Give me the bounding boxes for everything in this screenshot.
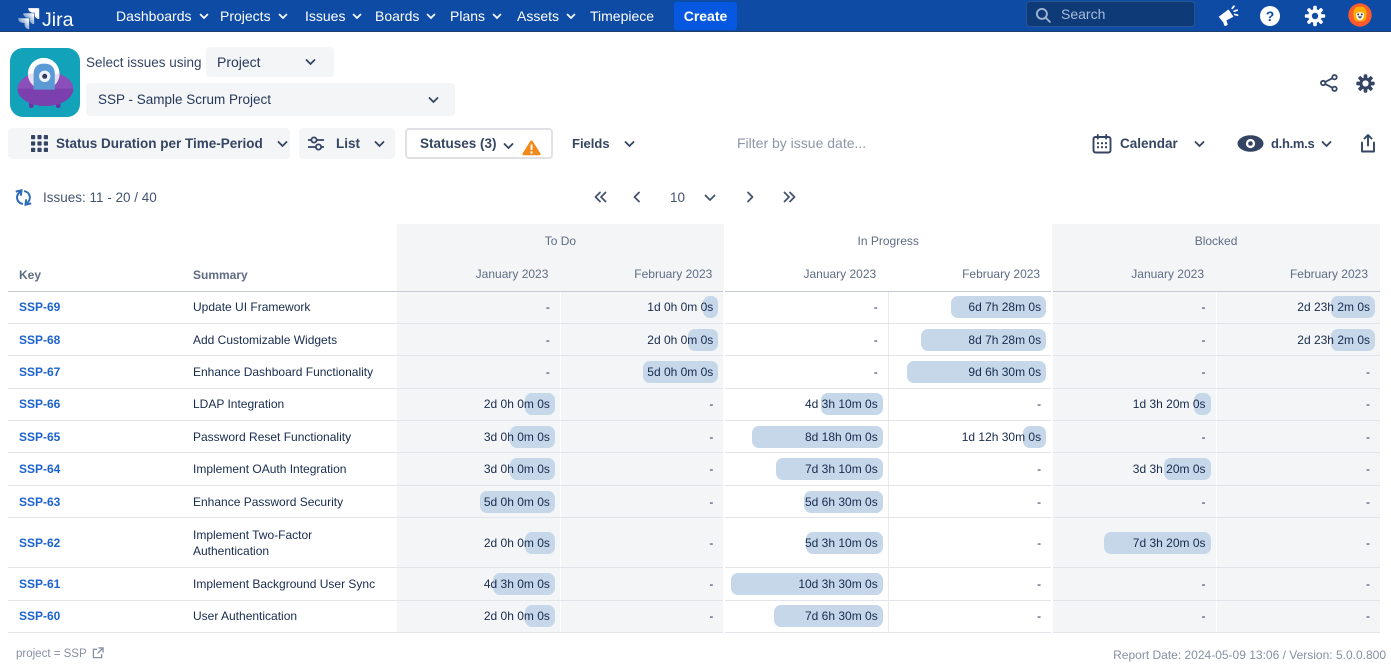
- svg-text:?: ?: [1266, 8, 1275, 24]
- svg-text:Jira: Jira: [42, 9, 74, 31]
